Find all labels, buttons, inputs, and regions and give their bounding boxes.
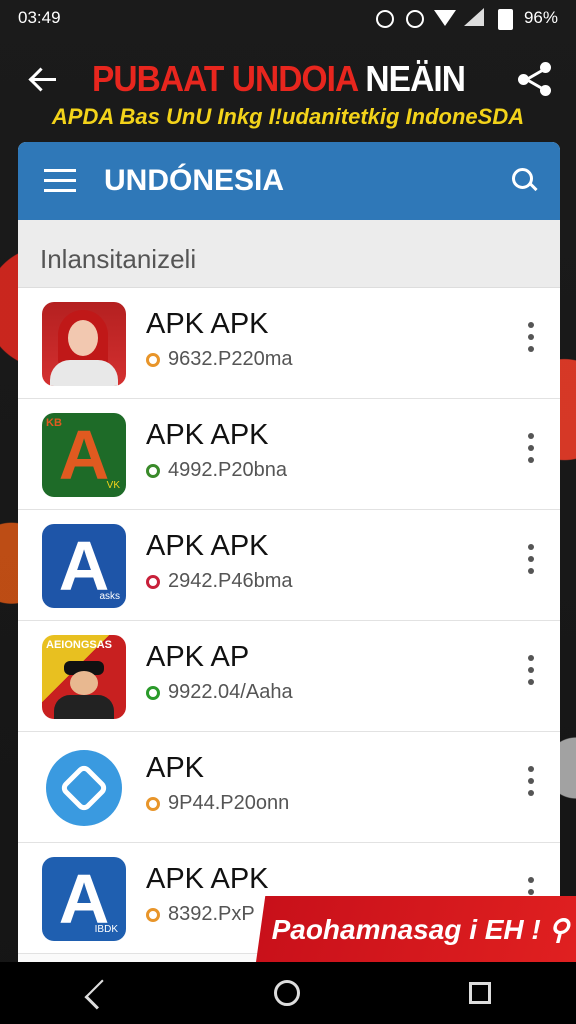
app-meta-text: 9922.04/Aaha xyxy=(168,681,293,703)
back-arrow-icon[interactable] xyxy=(28,64,60,96)
more-options-icon[interactable] xyxy=(526,433,536,463)
navigation-bar xyxy=(0,962,576,1024)
app-meta: 9632.P220ma xyxy=(146,348,293,371)
status-icons: 96% xyxy=(374,8,558,30)
nav-recents-icon[interactable] xyxy=(469,982,492,1004)
page-title-white: NEÄIN xyxy=(365,58,465,99)
app-meta: 8392.PxP xyxy=(146,903,255,926)
promo-banner[interactable]: Paohamnasag i EH ! ⚲ xyxy=(256,896,576,962)
app-name: APK AP xyxy=(146,641,250,673)
app-meta-text: 9P44.P20onn xyxy=(168,792,290,814)
status-dot-icon xyxy=(146,796,160,811)
more-options-icon[interactable] xyxy=(526,655,536,685)
page-title-red: PUBAAT UNDOIA xyxy=(92,58,358,99)
status-dot-icon xyxy=(146,685,160,700)
nav-home-icon[interactable] xyxy=(273,980,300,1006)
section-label: Inlansitanizeli xyxy=(18,220,560,288)
share-icon[interactable] xyxy=(518,62,552,96)
app-meta-text: 4992.P20bna xyxy=(168,459,288,481)
page-title: PUBAAT UNDOIA NEÄIN xyxy=(92,58,466,100)
app-meta: 9922.04/Aaha xyxy=(146,681,293,704)
app-list: APK APK 9632.P220ma A KB VK APK APK 4992.P20bn… xyxy=(18,288,560,954)
app-name: APK APK xyxy=(146,419,269,451)
toolbar: UNDÓNESIA xyxy=(18,142,560,220)
app-meta-text: 2942.P46bma xyxy=(168,570,293,592)
app-name: APK APK xyxy=(146,863,269,895)
alarm-icon xyxy=(374,8,394,28)
app-meta: 4992.P20bna xyxy=(146,459,287,482)
app-meta: 9P44.P20onn xyxy=(146,792,289,815)
app-meta-text: 9632.P220ma xyxy=(168,348,293,370)
page-subtitle: APDA Bas UnU Inkg I!udanitetkig IndoneSD… xyxy=(51,104,525,129)
list-item[interactable]: APK APK 9632.P220ma xyxy=(18,288,560,399)
signal-icon xyxy=(463,8,484,28)
status-dot-icon xyxy=(146,352,160,367)
list-item[interactable]: AEIONGSAS APK AP 9922.04/Aaha xyxy=(18,621,560,732)
list-item[interactable]: A KB VK APK APK 4992.P20bna xyxy=(18,399,560,510)
app-header: PUBAAT UNDOIA NEÄIN xyxy=(0,52,576,108)
status-bar: 03:49 96% xyxy=(0,0,576,36)
more-options-icon[interactable] xyxy=(526,322,536,352)
battery-percent: 96% xyxy=(523,8,558,27)
hamburger-menu-icon[interactable] xyxy=(44,169,76,193)
letter-a-white-icon: A IBDK xyxy=(42,857,126,941)
app-name: APK APK xyxy=(146,530,269,562)
more-options-icon[interactable] xyxy=(526,766,536,796)
search-icon[interactable] xyxy=(512,168,538,194)
app-list-card: UNDÓNESIA Inlansitanizeli APK APK 9632.P2… xyxy=(18,142,560,972)
timer-icon xyxy=(404,8,424,28)
letter-a-green-icon: A KB VK xyxy=(42,413,126,497)
nav-back-icon[interactable] xyxy=(85,981,105,1005)
app-name: APK xyxy=(146,752,205,784)
blue-flower-icon xyxy=(42,746,126,830)
more-options-icon[interactable] xyxy=(526,544,536,574)
toolbar-title: UNDÓNESIA xyxy=(104,164,285,197)
wifi-icon xyxy=(433,8,456,28)
promo-text: Paohamnasag i EH ! ⚲ xyxy=(271,913,570,945)
app-meta-text: 8392.PxP xyxy=(168,903,255,925)
status-dot-icon xyxy=(146,907,160,922)
status-time: 03:49 xyxy=(18,8,61,27)
status-dot-icon xyxy=(146,463,160,478)
list-item[interactable]: Aasks APK APK 2942.P46bma xyxy=(18,510,560,621)
battery-icon xyxy=(494,8,514,30)
app-name: APK APK xyxy=(146,308,269,340)
man-hat-icon: AEIONGSAS xyxy=(42,635,126,719)
app-meta: 2942.P46bma xyxy=(146,570,293,593)
list-item[interactable]: APK 9P44.P20onn xyxy=(18,732,560,843)
letter-a-blue-icon: Aasks xyxy=(42,524,126,608)
woman-hijab-icon xyxy=(42,302,126,386)
status-dot-icon xyxy=(146,574,160,589)
